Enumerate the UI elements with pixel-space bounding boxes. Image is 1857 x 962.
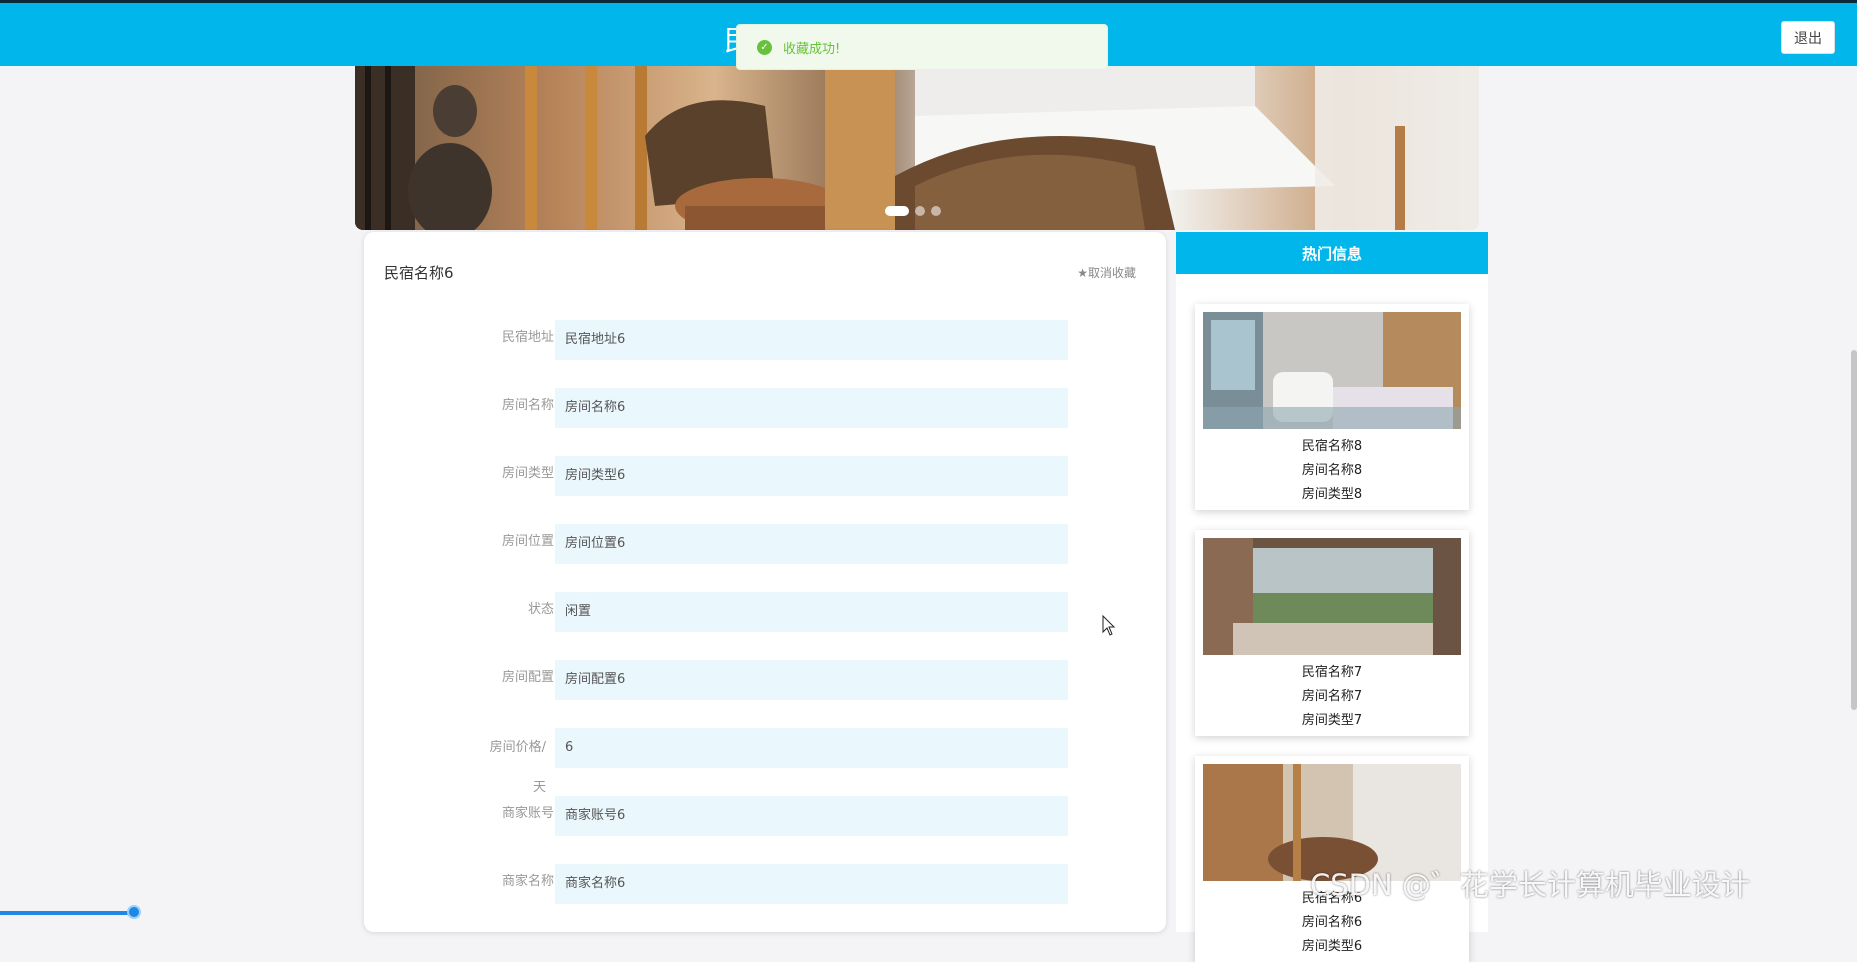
field-value[interactable]: 房间名称6 [555, 388, 1068, 428]
field-row-room-name: 房间名称 房间名称6 [364, 388, 1166, 428]
hot-item-type: 房间类型6 [1301, 939, 1363, 954]
page-scrollbar[interactable] [1851, 350, 1857, 710]
field-row-merchant-account: 商家账号 商家账号6 [364, 796, 1166, 836]
success-toast: ✓ 收藏成功! [736, 24, 1108, 70]
field-value[interactable]: 商家账号6 [555, 796, 1068, 836]
field-label: 房间名称 [501, 398, 554, 413]
homestay-title: 民宿名称6 [384, 264, 454, 282]
hot-item-room: 房间名称6 [1301, 915, 1363, 930]
carousel-dot[interactable] [885, 206, 909, 216]
field-value[interactable]: 房间位置6 [555, 524, 1068, 564]
watermark-text: CSDN @゛花学长计算机毕业设计 [1310, 868, 1750, 902]
field-row-room-type: 房间类型 房间类型6 [364, 456, 1166, 496]
hot-info-title: 热门信息 [1176, 232, 1488, 274]
field-label: 民宿地址 [501, 330, 554, 345]
hot-info-panel: 热门信息 民宿名称8 房间名称8 房间类型8 民宿名称7 房间名称7 房间类型7… [1176, 232, 1488, 962]
room-thumbnail [1203, 538, 1461, 655]
progress-knob[interactable] [127, 905, 141, 919]
hot-item-room: 房间名称8 [1301, 463, 1363, 478]
hot-item-card[interactable]: 民宿名称6 房间名称6 房间类型6 [1195, 756, 1469, 962]
hot-item-type: 房间类型7 [1301, 713, 1363, 728]
field-value[interactable]: 民宿地址6 [555, 320, 1068, 360]
field-row-merchant-name: 商家名称 商家名称6 [364, 864, 1166, 904]
field-row-room-location: 房间位置 房间位置6 [364, 524, 1166, 564]
field-label: 房间配置 [501, 670, 554, 685]
toast-message: 收藏成功! [783, 41, 841, 57]
field-value[interactable]: 闲置 [555, 592, 1068, 632]
unfavorite-button[interactable]: ★取消收藏 [1077, 264, 1136, 281]
hot-item-homestay: 民宿名称8 [1301, 439, 1363, 454]
field-value[interactable]: 6 [555, 728, 1068, 768]
field-row-status: 状态 闲置 [364, 592, 1166, 632]
field-row-room-config: 房间配置 房间配置6 [364, 660, 1166, 700]
field-row-address: 民宿地址 民宿地址6 [364, 320, 1166, 360]
logout-button[interactable]: 退出 [1781, 21, 1835, 54]
mouse-cursor-icon [1102, 615, 1116, 636]
hot-item-room: 房间名称7 [1301, 689, 1363, 704]
hot-item-card[interactable]: 民宿名称7 房间名称7 房间类型7 [1195, 530, 1469, 736]
field-label: 状态 [527, 602, 554, 617]
field-label: 房间类型 [501, 466, 554, 481]
field-value[interactable]: 房间类型6 [555, 456, 1068, 496]
field-label: 房间位置 [501, 534, 554, 549]
carousel-dot[interactable] [931, 206, 941, 216]
detail-card: 民宿名称6 ★取消收藏 民宿地址 民宿地址6 房间名称 房间名称6 房间类型 房… [364, 232, 1166, 932]
check-circle-icon: ✓ [757, 39, 772, 55]
room-thumbnail [1203, 312, 1461, 429]
hot-item-homestay: 民宿名称7 [1301, 665, 1363, 680]
field-value[interactable]: 房间配置6 [555, 660, 1068, 700]
field-row-price: 房间价格/天 6 [364, 728, 1166, 795]
carousel-dot[interactable] [915, 206, 925, 216]
hot-item-card[interactable]: 民宿名称8 房间名称8 房间类型8 [1195, 304, 1469, 510]
field-value[interactable]: 商家名称6 [555, 864, 1068, 904]
hot-item-type: 房间类型8 [1301, 487, 1363, 502]
bottom-progress-bar [0, 911, 134, 915]
field-label: 商家名称 [501, 874, 554, 889]
carousel-indicators [885, 206, 941, 216]
field-label: 商家账号 [501, 806, 554, 821]
